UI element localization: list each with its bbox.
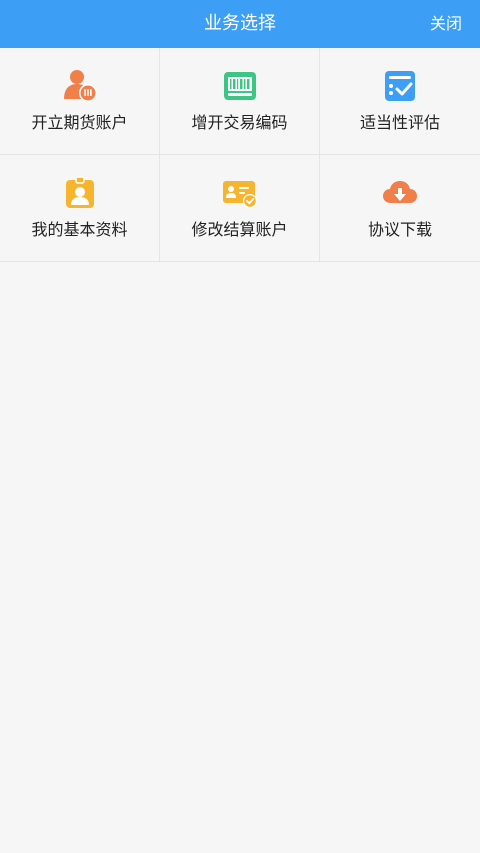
menu-item-label: 适当性评估 <box>359 113 440 132</box>
header-bar: 业务选择 关闭 <box>0 0 480 48</box>
id-badge-icon <box>62 175 98 211</box>
menu-item-label: 开立期货账户 <box>31 113 128 132</box>
menu-item-label: 我的基本资料 <box>31 220 128 239</box>
menu-item-suitability-assessment[interactable]: 适当性评估 <box>320 48 480 155</box>
menu-item-add-trading-code[interactable]: 增开交易编码 <box>160 48 320 155</box>
menu-item-modify-settlement-account[interactable]: 修改结算账户 <box>160 155 320 262</box>
menu-item-agreement-download[interactable]: 协议下载 <box>320 155 480 262</box>
id-card-check-icon <box>222 175 258 211</box>
menu-item-label: 增开交易编码 <box>191 113 288 132</box>
close-button[interactable]: 关闭 <box>430 0 462 48</box>
page-title: 业务选择 <box>204 13 276 34</box>
business-menu-grid: 开立期货账户 增开交易编码 适当性评估 我的基本资料 修改结算账户 协议下载 <box>0 48 480 262</box>
business-select-screen: 业务选择 关闭 开立期货账户 增开交易编码 适当性评估 我的基本资料 修改结算账… <box>0 0 480 853</box>
menu-item-open-futures-account[interactable]: 开立期货账户 <box>0 48 160 155</box>
checklist-icon <box>382 68 418 104</box>
menu-item-my-basic-info[interactable]: 我的基本资料 <box>0 155 160 262</box>
menu-item-label: 协议下载 <box>367 220 432 239</box>
user-account-icon <box>62 68 98 104</box>
cloud-download-icon <box>382 175 418 211</box>
menu-item-label: 修改结算账户 <box>191 220 288 239</box>
barcode-icon <box>222 68 258 104</box>
